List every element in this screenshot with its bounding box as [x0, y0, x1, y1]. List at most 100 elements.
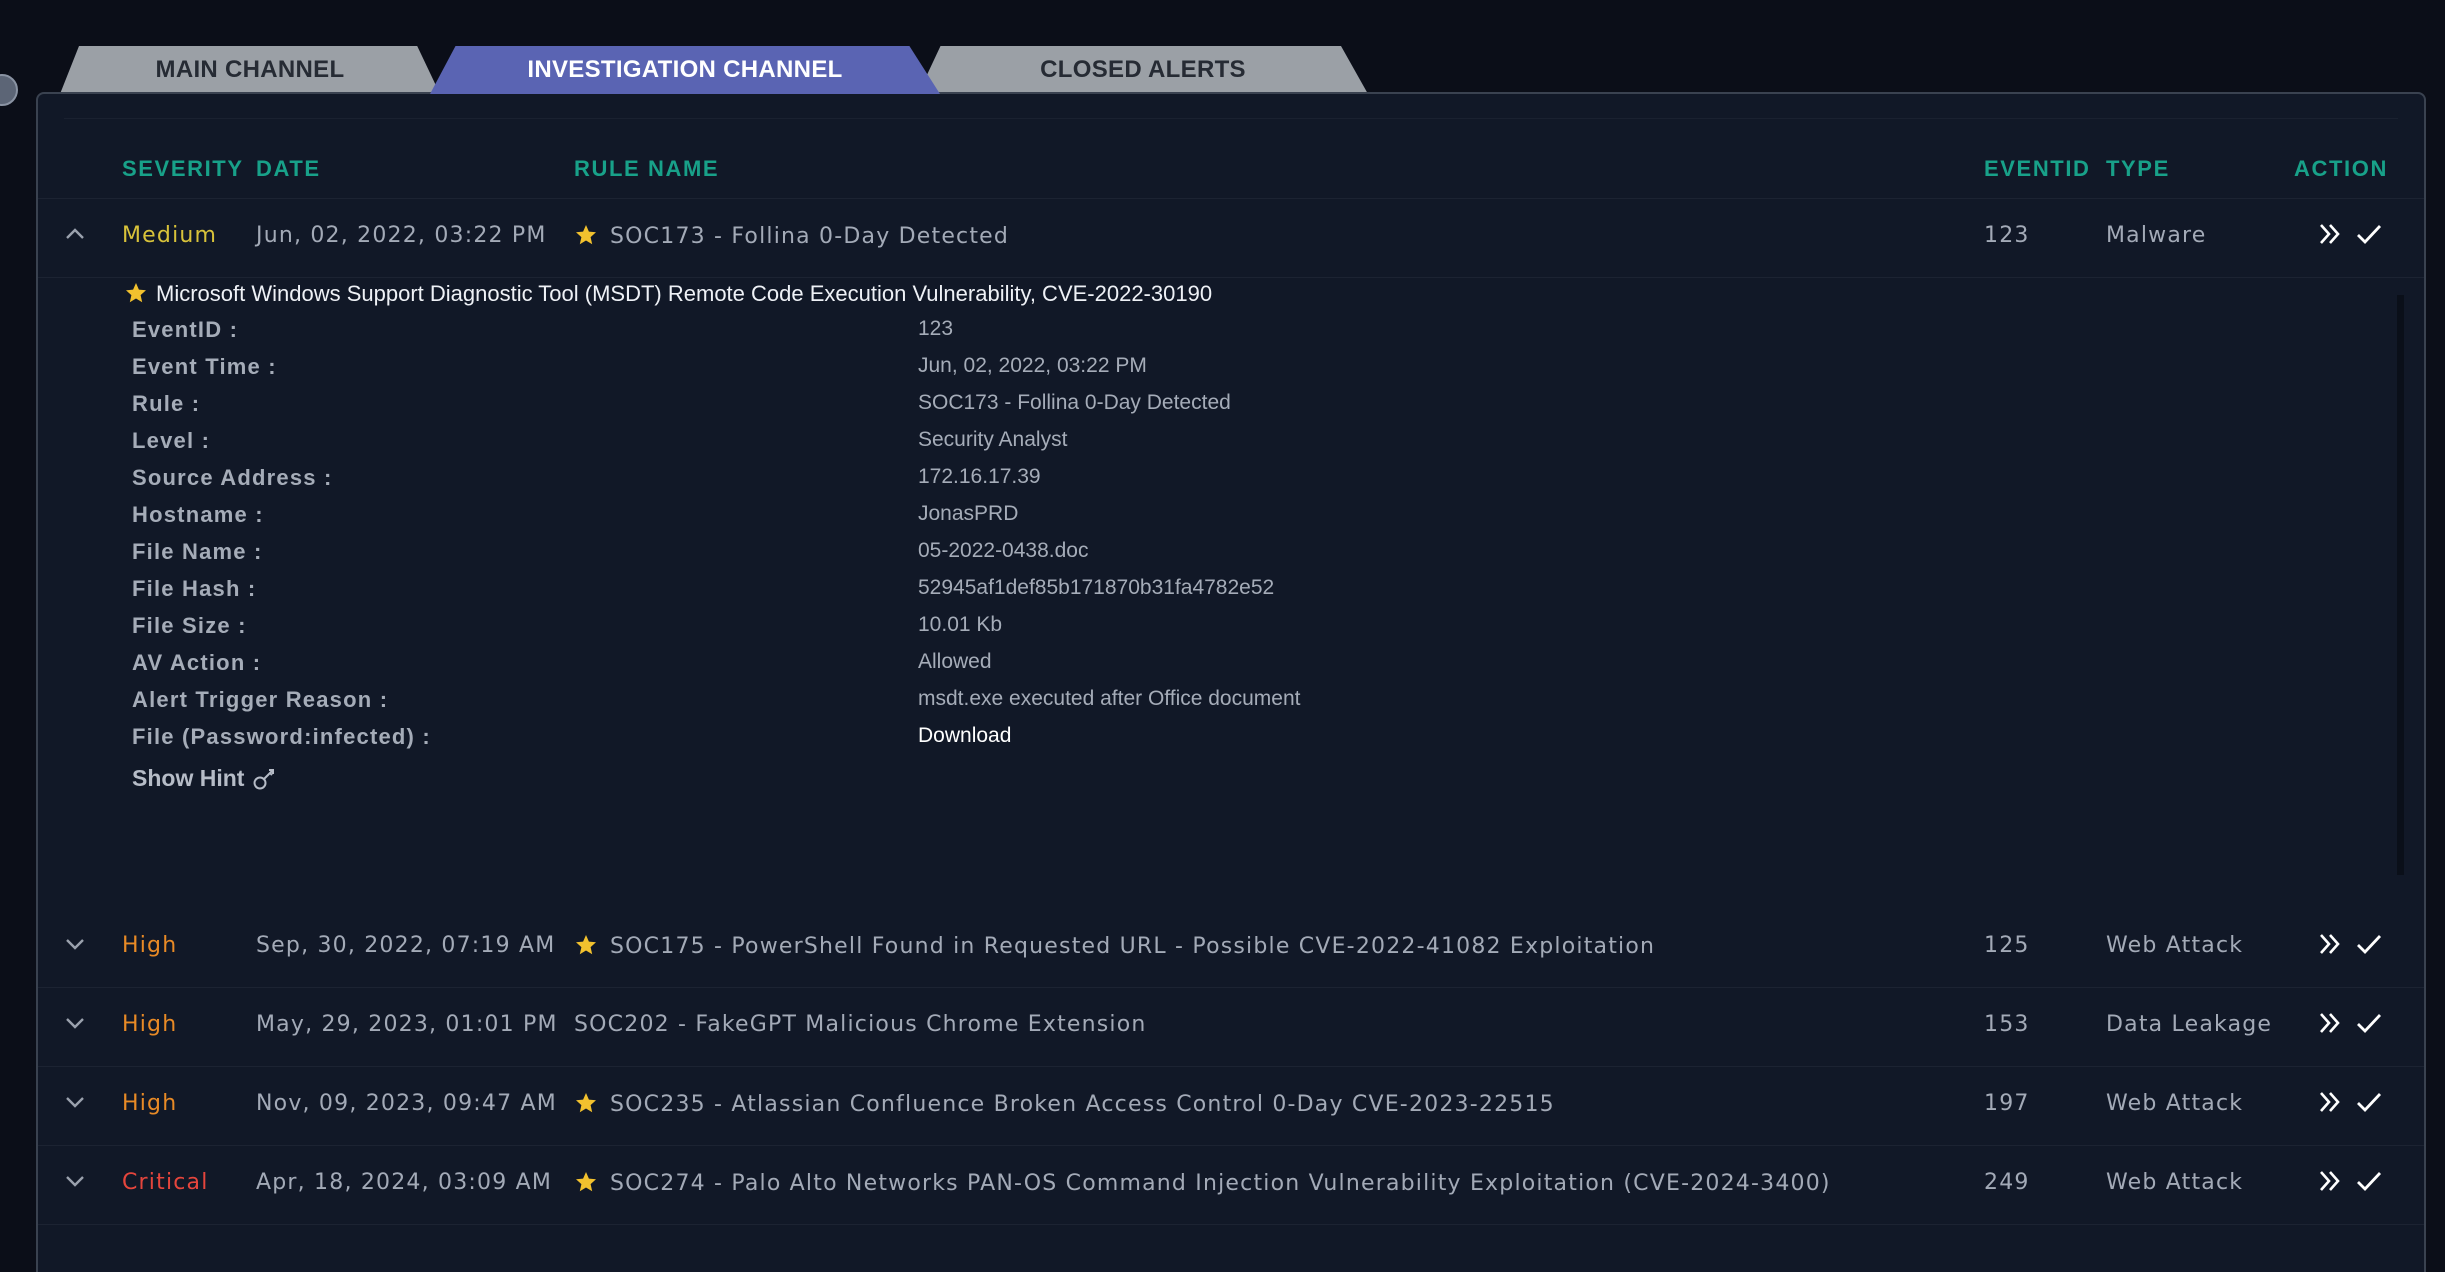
- field-value: Jun, 02, 2022, 03:22 PM: [918, 354, 1147, 377]
- field-label: Rule :: [132, 391, 201, 416]
- table-row[interactable]: High Sep, 30, 2022, 07:19 AM SOC175 - Po…: [38, 909, 2424, 988]
- event-id: 123: [1984, 223, 2030, 248]
- alert-date: Apr, 18, 2024, 03:09 AM: [256, 1170, 553, 1195]
- field-label: Source Address :: [132, 465, 333, 490]
- alert-type: Malware: [2106, 223, 2207, 248]
- field-value: msdt.exe executed after Office document: [918, 687, 1301, 710]
- field-label: EventID :: [132, 317, 239, 342]
- alerts-panel: SEVERITY DATE RULE NAME EVENTID TYPE ACT…: [36, 92, 2426, 1272]
- severity-badge: Medium: [122, 223, 218, 248]
- chevron-up-icon[interactable]: [64, 223, 86, 245]
- alert-type: Web Attack: [2106, 1091, 2244, 1116]
- rule-name[interactable]: SOC202 - FakeGPT Malicious Chrome Extens…: [574, 1012, 1147, 1037]
- row-actions: [2316, 1008, 2384, 1038]
- check-icon[interactable]: [2354, 929, 2384, 959]
- double-chevron-right-icon[interactable]: [2316, 929, 2346, 959]
- alert-type: Data Leakage: [2106, 1012, 2273, 1037]
- rule-name: SOC173 - Follina 0-Day Detected: [610, 224, 1010, 249]
- check-icon[interactable]: [2354, 1166, 2384, 1196]
- field-label: AV Action :: [132, 650, 262, 675]
- field-label: Hostname :: [132, 502, 264, 527]
- row-actions: [2316, 219, 2384, 249]
- check-icon[interactable]: [2354, 1008, 2384, 1038]
- download-link[interactable]: Download: [918, 724, 1011, 748]
- severity-badge: High: [122, 1091, 178, 1116]
- star-icon: [576, 1093, 596, 1113]
- key-icon: [253, 768, 275, 789]
- chevron-down-icon[interactable]: [64, 1091, 86, 1113]
- table-header: SEVERITY DATE RULE NAME EVENTID TYPE ACT…: [38, 146, 2424, 199]
- row-actions: [2316, 1166, 2384, 1196]
- field-value: SOC173 - Follina 0-Day Detected: [918, 391, 1231, 414]
- severity-badge: High: [122, 1012, 178, 1037]
- event-id: 125: [1984, 933, 2030, 958]
- row-actions: [2316, 929, 2384, 959]
- field-value: 10.01 Kb: [918, 613, 1003, 636]
- alert-date: Nov, 09, 2023, 09:47 AM: [256, 1091, 557, 1116]
- severity-badge: High: [122, 933, 178, 958]
- chevron-down-icon[interactable]: [64, 1012, 86, 1034]
- rule-name: SOC274 - Palo Alto Networks PAN-OS Comma…: [610, 1171, 1831, 1196]
- star-icon: [576, 935, 596, 955]
- alert-rule[interactable]: SOC175 - PowerShell Found in Requested U…: [574, 933, 1655, 959]
- star-icon: [576, 225, 596, 245]
- chevron-down-icon[interactable]: [64, 933, 86, 955]
- double-chevron-right-icon[interactable]: [2316, 1087, 2346, 1117]
- star-icon: [576, 1172, 596, 1192]
- side-handle[interactable]: [0, 74, 18, 106]
- tab-investigation-channel[interactable]: INVESTIGATION CHANNEL: [430, 46, 940, 94]
- field-value: JonasPRD: [918, 502, 1019, 525]
- field-label: File (Password:infected) :: [132, 724, 431, 749]
- field-label: Event Time :: [132, 354, 277, 379]
- severity-badge: Critical: [122, 1170, 209, 1195]
- alert-date: Sep, 30, 2022, 07:19 AM: [256, 933, 556, 958]
- hint-label: Show Hint: [132, 765, 245, 791]
- col-severity: SEVERITY: [122, 156, 244, 181]
- col-eventid: EVENTID: [1984, 156, 2091, 181]
- row-actions: [2316, 1087, 2384, 1117]
- field-label: Alert Trigger Reason :: [132, 687, 389, 712]
- col-type: TYPE: [2106, 156, 2170, 181]
- rule-name: SOC175 - PowerShell Found in Requested U…: [610, 934, 1656, 959]
- show-hint-button[interactable]: Show Hint: [132, 765, 278, 792]
- field-value: 172.16.17.39: [918, 465, 1041, 488]
- field-value: Allowed: [918, 650, 992, 673]
- field-label: File Hash :: [132, 576, 257, 601]
- detail-scrollbar[interactable]: [2397, 295, 2404, 875]
- field-label: Level :: [132, 428, 211, 453]
- field-value: Security Analyst: [918, 428, 1068, 451]
- alert-date: May, 29, 2023, 01:01 PM: [256, 1012, 558, 1037]
- field-value: 05-2022-0438.doc: [918, 539, 1089, 562]
- table-row[interactable]: Critical Apr, 18, 2024, 03:09 AM SOC274 …: [38, 1146, 2424, 1225]
- rule-name: SOC235 - Atlassian Confluence Broken Acc…: [610, 1092, 1555, 1117]
- star-icon: [126, 283, 146, 303]
- alert-date: Jun, 02, 2022, 03:22 PM: [256, 223, 547, 248]
- field-label: File Name :: [132, 539, 263, 564]
- event-id: 153: [1984, 1012, 2030, 1037]
- double-chevron-right-icon[interactable]: [2316, 1008, 2346, 1038]
- col-date: DATE: [256, 156, 321, 181]
- check-icon[interactable]: [2354, 219, 2384, 249]
- check-icon[interactable]: [2354, 1087, 2384, 1117]
- field-value: 52945af1def85b171870b31fa4782e52: [918, 576, 1275, 599]
- event-id: 197: [1984, 1091, 2030, 1116]
- double-chevron-right-icon[interactable]: [2316, 1166, 2346, 1196]
- table-row[interactable]: Medium Jun, 02, 2022, 03:22 PM SOC173 - …: [38, 199, 2424, 278]
- alert-type: Web Attack: [2106, 933, 2244, 958]
- col-rule-name: RULE NAME: [574, 156, 720, 181]
- tab-closed-alerts[interactable]: CLOSED ALERTS: [918, 46, 1368, 94]
- field-value: 123: [918, 317, 954, 340]
- chevron-down-icon[interactable]: [64, 1170, 86, 1192]
- alert-type: Web Attack: [2106, 1170, 2244, 1195]
- divider: [64, 118, 2398, 119]
- field-label: File Size :: [132, 613, 247, 638]
- table-row[interactable]: High Nov, 09, 2023, 09:47 AM SOC235 - At…: [38, 1067, 2424, 1146]
- detail-title: Microsoft Windows Support Diagnostic Too…: [124, 281, 1212, 307]
- double-chevron-right-icon[interactable]: [2316, 219, 2346, 249]
- alert-rule[interactable]: SOC274 - Palo Alto Networks PAN-OS Comma…: [574, 1170, 1831, 1196]
- table-row[interactable]: High May, 29, 2023, 01:01 PM SOC202 - Fa…: [38, 988, 2424, 1067]
- event-id: 249: [1984, 1170, 2030, 1195]
- alert-rule[interactable]: SOC235 - Atlassian Confluence Broken Acc…: [574, 1091, 1555, 1117]
- alert-rule[interactable]: SOC173 - Follina 0-Day Detected: [574, 223, 1009, 249]
- tab-main-channel[interactable]: MAIN CHANNEL: [60, 46, 440, 94]
